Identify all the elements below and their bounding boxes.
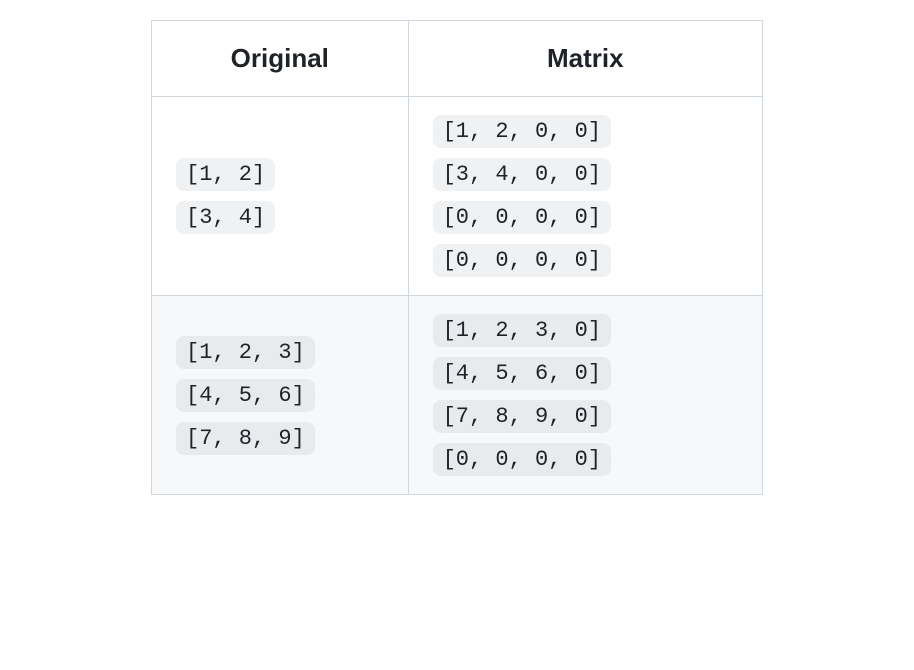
cell-matrix: [1, 2, 0, 0] [3, 4, 0, 0] [0, 0, 0, 0] [… (408, 97, 762, 296)
table-row: [1, 2] [3, 4] [1, 2, 0, 0] [3, 4, 0, 0] … (152, 97, 763, 296)
header-row: Original Matrix (152, 21, 763, 97)
code-list: [1, 2, 3, 0] [4, 5, 6, 0] [7, 8, 9, 0] [… (433, 314, 738, 476)
header-original: Original (152, 21, 409, 97)
code-value: [1, 2, 3] (176, 336, 315, 369)
code-list: [1, 2, 0, 0] [3, 4, 0, 0] [0, 0, 0, 0] [… (433, 115, 738, 277)
header-matrix: Matrix (408, 21, 762, 97)
code-value: [1, 2] (176, 158, 275, 191)
code-value: [0, 0, 0, 0] (433, 244, 611, 277)
code-value: [1, 2, 0, 0] (433, 115, 611, 148)
cell-original: [1, 2, 3] [4, 5, 6] [7, 8, 9] (152, 296, 409, 495)
code-value: [0, 0, 0, 0] (433, 201, 611, 234)
table-row: [1, 2, 3] [4, 5, 6] [7, 8, 9] [1, 2, 3, … (152, 296, 763, 495)
comparison-table-wrapper: Original Matrix [1, 2] [3, 4] [1, 2, 0, … (151, 20, 763, 495)
comparison-table: Original Matrix [1, 2] [3, 4] [1, 2, 0, … (151, 20, 763, 495)
code-value: [0, 0, 0, 0] (433, 443, 611, 476)
code-list: [1, 2, 3] [4, 5, 6] [7, 8, 9] (176, 336, 384, 455)
cell-original: [1, 2] [3, 4] (152, 97, 409, 296)
code-value: [3, 4, 0, 0] (433, 158, 611, 191)
code-value: [7, 8, 9, 0] (433, 400, 611, 433)
code-list: [1, 2] [3, 4] (176, 158, 384, 234)
code-value: [4, 5, 6, 0] (433, 357, 611, 390)
cell-matrix: [1, 2, 3, 0] [4, 5, 6, 0] [7, 8, 9, 0] [… (408, 296, 762, 495)
code-value: [4, 5, 6] (176, 379, 315, 412)
code-value: [3, 4] (176, 201, 275, 234)
code-value: [1, 2, 3, 0] (433, 314, 611, 347)
code-value: [7, 8, 9] (176, 422, 315, 455)
